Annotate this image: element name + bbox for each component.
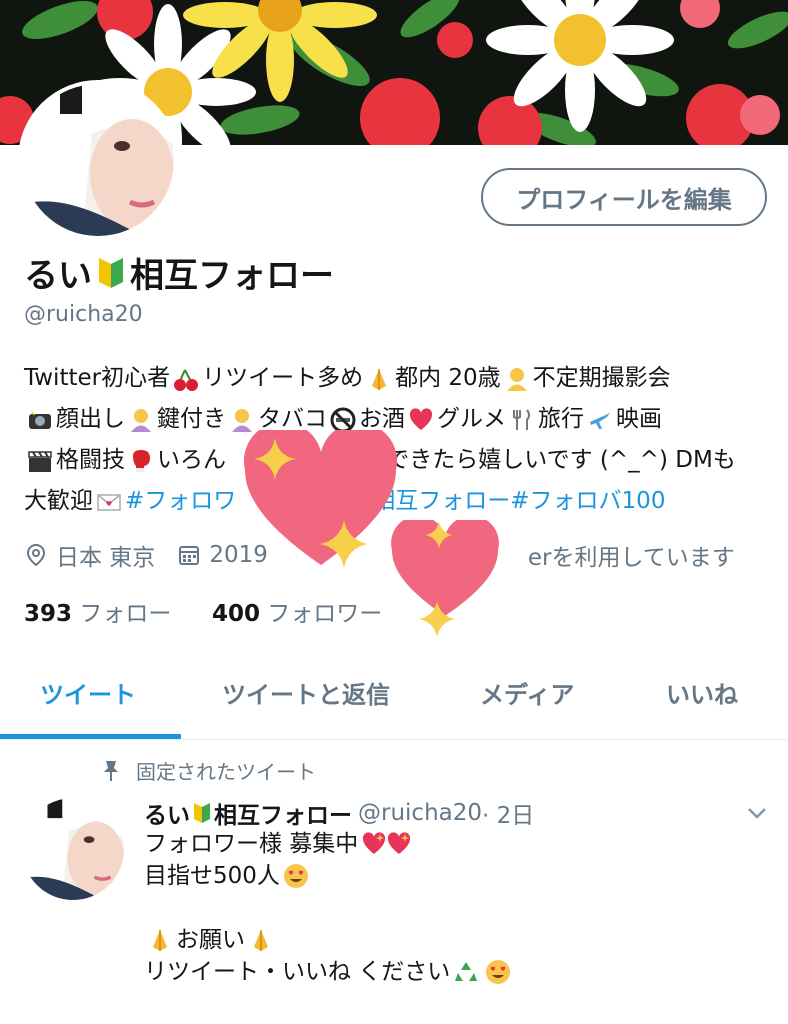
tweet-author-handle: @ruicha20 (358, 800, 483, 826)
tab-media[interactable]: メディア (480, 675, 574, 710)
sparkle-sticker (419, 601, 455, 637)
beginner-mark-icon (99, 257, 123, 288)
folded-hands-icon (153, 930, 167, 951)
no-smoking-icon (330, 407, 356, 432)
bio-text: 顔出し (56, 406, 125, 432)
bio-text: 大歓迎 (24, 488, 93, 514)
bio-text: 不定期撮影会 (532, 365, 671, 391)
sparkle-sticker (320, 520, 368, 568)
pinned-tweet-label: 固定されたツイート (102, 756, 316, 785)
bio-text: いろん (157, 447, 226, 473)
pin-icon (104, 760, 118, 781)
bio-text: 鍵付き (157, 406, 226, 432)
fork-knife-icon (513, 408, 530, 430)
profile-avatar[interactable] (18, 80, 178, 240)
sparkling-heart-icon (388, 832, 411, 854)
beginner-mark-icon (194, 803, 210, 823)
profile-name: るい 相互フォロー (24, 248, 334, 297)
tab-likes[interactable]: いいね (666, 675, 738, 710)
location-text: 日本 東京 (56, 545, 156, 571)
clapper-board-icon (28, 450, 52, 472)
tweet-body: フォロワー様 募集中 目指せ500人 お願い リツイート・いいね ください (144, 828, 514, 988)
hashtag-link[interactable]: #フォロバ100 (510, 481, 665, 522)
following-link[interactable]: 393 フォロー (24, 601, 171, 627)
boxing-glove-icon (133, 449, 150, 472)
tweet-avatar[interactable] (22, 798, 124, 900)
profile-bio: Twitter初心者 リツイート多め 都内 20歳 不定期撮影会 顔出し 鍵付き… (24, 358, 776, 522)
bio-text: グルメ (437, 406, 506, 432)
sparkle-sticker (425, 521, 453, 549)
calendar-icon (179, 546, 200, 565)
person-shrugging-icon (131, 408, 151, 432)
display-name-suffix: 相互フォロー (130, 256, 334, 296)
profile-tabs: ツイート ツイートと返信 メディア いいね (0, 655, 788, 740)
bio-text: Twitter初心者 (24, 365, 171, 391)
tab-tweets[interactable]: ツイート (40, 675, 136, 710)
airplane-icon (590, 412, 610, 429)
heart-eyes-icon (283, 864, 308, 888)
edit-profile-button[interactable]: プロフィールを編集 (481, 168, 767, 226)
bio-text: 旅行 (538, 406, 584, 432)
bio-text: リツイート多め (202, 365, 364, 391)
joined-date-text: erを利用しています (527, 545, 735, 571)
tweet-author-name[interactable]: るい 相互フォロー (144, 796, 352, 830)
sparkling-heart-icon (363, 832, 386, 854)
recycle-icon (455, 962, 478, 981)
heart-eyes-icon (486, 960, 511, 984)
chevron-down-icon[interactable] (744, 800, 770, 826)
display-name: るい (24, 256, 92, 296)
tweet-header: るい 相互フォロー @ruicha20 · 2日 (144, 796, 534, 830)
camera-flash-icon (29, 409, 51, 429)
folded-hands-icon (254, 930, 268, 951)
hashtag-link[interactable]: #フォロワ (125, 481, 236, 522)
sparkle-sticker (254, 438, 296, 480)
followers-link[interactable]: 400 フォロワー (212, 601, 382, 627)
location-pin-icon (26, 543, 46, 567)
folded-hands-icon (372, 368, 387, 390)
heart-icon (409, 407, 433, 430)
cherries-icon (174, 369, 199, 391)
person-icon (506, 367, 527, 391)
follow-counts: 393 フォロー 400 フォロワー (24, 594, 382, 628)
active-tab-indicator (0, 734, 181, 739)
tab-tweets-replies[interactable]: ツイートと返信 (222, 675, 390, 710)
bio-text: 格闘技 (56, 447, 125, 473)
bio-text: 都内 20歳 (395, 365, 501, 391)
bio-text: 映画 (616, 406, 662, 432)
love-letter-icon (97, 493, 121, 511)
person-shrugging-icon (232, 408, 252, 432)
profile-handle: @ruicha20 (24, 302, 143, 327)
tweet-time: · 2日 (482, 803, 535, 829)
